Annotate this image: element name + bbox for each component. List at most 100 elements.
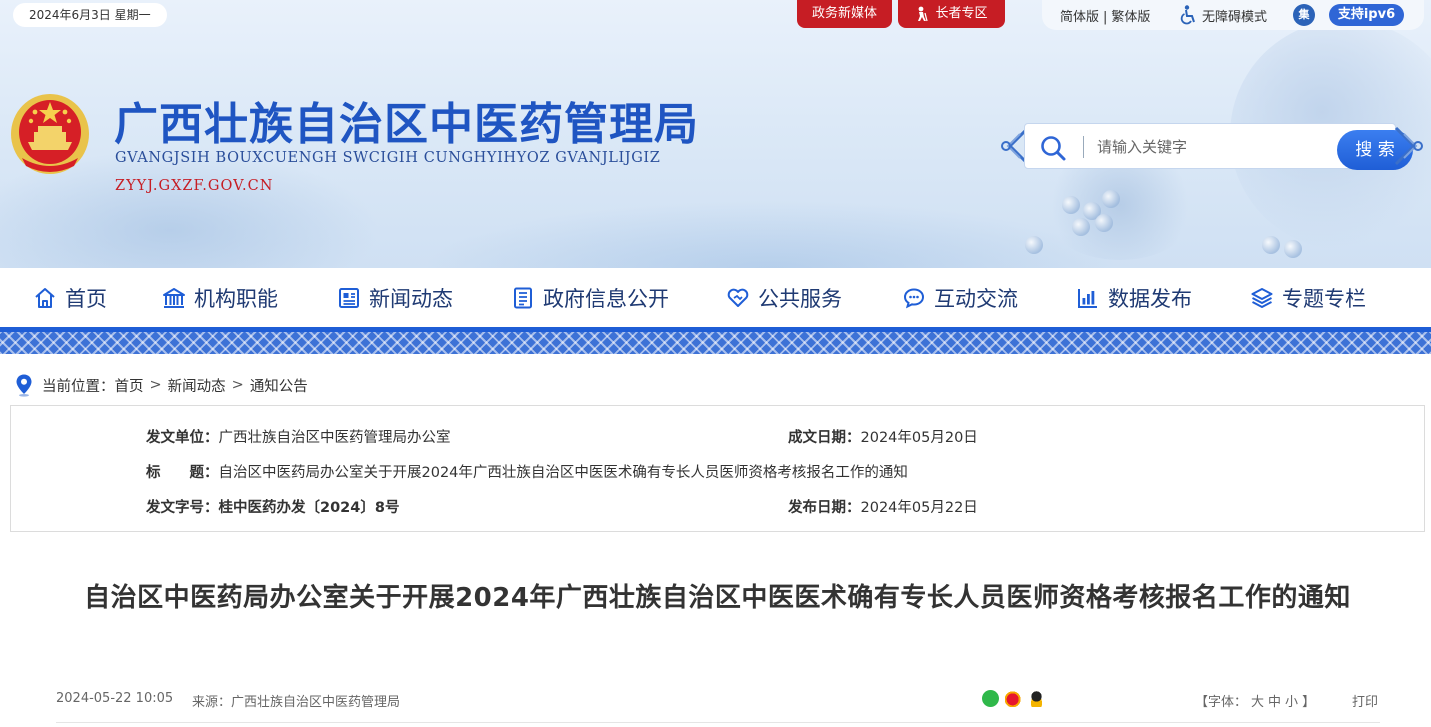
newspaper-icon [339, 287, 359, 308]
weibo-share-icon[interactable] [1005, 690, 1022, 707]
nav-item-interaction[interactable]: 互动交流 [902, 268, 1018, 327]
site-domain: ZYYJ.GXZF.GOV.CN [115, 178, 274, 194]
building-icon [163, 287, 185, 308]
search-box: 搜 索 [1024, 123, 1413, 170]
meta-issuer: 发文单位：广西壮族自治区中医药管理局办公室 [146, 426, 451, 447]
meta-created-label: 成文日期： [788, 430, 861, 446]
article-source-value: 广西壮族自治区中医药管理局 [231, 695, 401, 710]
meta-issuer-label: 发文单位： [146, 430, 219, 446]
lang-separator: | [1103, 9, 1108, 25]
meta-created-date: 成文日期：2024年05月20日 [788, 426, 978, 447]
meta-published-value: 2024年05月22日 [860, 500, 978, 516]
elder-person-icon [918, 6, 929, 22]
nav-item-special-topics[interactable]: 专题专栏 [1250, 268, 1366, 327]
document-metadata-table: 发文单位：广西壮族自治区中医药管理局办公室 成文日期：2024年05月20日 标… [10, 405, 1425, 532]
breadcrumb-label: 当前位置： [42, 378, 115, 395]
layers-icon [1251, 287, 1273, 308]
top-utility-bar: 简体版 | 繁体版 无障碍模式 集 支持ipv6 [1042, 0, 1424, 30]
search-icon [1041, 136, 1066, 161]
banner-decoration [1025, 236, 1043, 254]
banner-decoration [1262, 236, 1280, 254]
meta-created-value: 2024年05月20日 [860, 430, 978, 446]
meta-docno-value: 桂中医药办发〔2024〕8号 [218, 500, 400, 516]
elder-zone-label: 长者专区 [935, 6, 988, 21]
home-icon [35, 287, 55, 308]
ipv6-badge: 支持ipv6 [1329, 4, 1404, 26]
breadcrumb-news[interactable]: 新闻动态 [168, 375, 226, 396]
article-source: 来源：广西壮族自治区中医药管理局 [192, 691, 400, 710]
banner-decoration [1062, 196, 1080, 214]
banner-decoration [1095, 214, 1113, 232]
nav-label: 数据发布 [1108, 286, 1192, 311]
search-area: 搜 索 [998, 119, 1424, 173]
wheelchair-icon [1180, 5, 1195, 25]
meta-title: 标 题：自治区中医药局办公室关于开展2024年广西壮族自治区中医医术确有专长人员… [146, 461, 908, 482]
breadcrumb-separator: > [231, 377, 244, 393]
meta-title-value: 自治区中医药局办公室关于开展2024年广西壮族自治区中医医术确有专长人员医师资格… [218, 465, 908, 481]
chat-icon [903, 287, 925, 308]
document-list-icon [514, 287, 532, 308]
accessibility-mode-button[interactable]: 无障碍模式 [1180, 5, 1267, 25]
nav-label: 公共服务 [758, 286, 842, 311]
breadcrumb-separator: > [149, 377, 162, 393]
site-subtitle-zhuang: GVANGJSIH BOUXCUENGH SWCIGIH CUNGHYIHYOZ… [115, 150, 661, 166]
breadcrumb: 当前位置： 首页 > 新闻动态 > 通知公告 [14, 371, 308, 399]
heart-hand-icon [727, 288, 749, 307]
wechat-share-icon[interactable] [982, 690, 999, 707]
font-size-switcher: 【字体：大中小】 [1193, 691, 1317, 710]
meta-document-number: 发文字号：桂中医药办发〔2024〕8号 [146, 496, 399, 517]
meta-published-date: 发布日期：2024年05月22日 [788, 496, 978, 517]
nav-label: 专题专栏 [1282, 286, 1366, 311]
gov-new-media-button[interactable]: 政务新媒体 [797, 0, 892, 28]
breadcrumb-home[interactable]: 首页 [115, 375, 144, 396]
article-source-label: 来源： [192, 695, 232, 710]
nav-label: 新闻动态 [369, 286, 453, 311]
nav-item-organization[interactable]: 机构职能 [162, 268, 278, 327]
decorative-pattern-band [0, 332, 1431, 354]
banner-decoration [1072, 218, 1090, 236]
meta-title-label: 标 题： [146, 465, 219, 481]
font-size-medium[interactable]: 中 [1268, 695, 1281, 710]
location-pin-icon [16, 374, 32, 397]
gov-new-media-label: 政务新媒体 [811, 6, 877, 21]
font-size-small[interactable]: 小 [1285, 695, 1298, 710]
meta-published-label: 发布日期： [788, 500, 861, 516]
language-switch: 简体版 | 繁体版 [1060, 6, 1150, 25]
font-size-open: 【字体： [1195, 695, 1248, 710]
article-title: 自治区中医药局办公室关于开展2024年广西壮族自治区中医医术确有专长人员医师资格… [84, 583, 1351, 613]
font-size-large[interactable]: 大 [1251, 695, 1264, 710]
main-navigation: 首页 机构职能 新闻动态 政府信息公开 公共服务 互动交流 数据发布 专题专栏 [0, 268, 1431, 332]
nav-item-news[interactable]: 新闻动态 [337, 268, 453, 327]
bar-chart-icon [1078, 288, 1097, 308]
nav-label: 首页 [65, 286, 107, 311]
font-size-close: 】 [1302, 695, 1316, 710]
meta-issuer-value: 广西壮族自治区中医药管理局办公室 [218, 430, 451, 446]
share-buttons [982, 690, 1045, 707]
search-ornament-icon [1394, 126, 1423, 166]
traditional-chinese-link[interactable]: 繁体版 [1111, 10, 1150, 25]
accessibility-mode-label: 无障碍模式 [1202, 9, 1268, 25]
print-button[interactable]: 打印 [1352, 691, 1378, 710]
article-info-bar: 2024-05-22 10:05 来源：广西壮族自治区中医药管理局 【字体：大中… [56, 688, 1380, 714]
meta-docno-label: 发文字号： [146, 500, 219, 516]
search-divider [1083, 136, 1084, 158]
search-input[interactable] [1097, 132, 1297, 162]
nav-item-data-release[interactable]: 数据发布 [1076, 268, 1192, 327]
banner-decoration [1102, 190, 1120, 208]
article-divider [56, 722, 1380, 723]
nav-label: 机构职能 [194, 286, 278, 311]
banner-decoration [1284, 240, 1302, 258]
header-banner: 2024年6月3日 星期一 政务新媒体 长者专区 简体版 | 繁体版 无障碍模式 集… [0, 0, 1431, 268]
national-emblem-icon [11, 94, 89, 174]
nav-item-public-service[interactable]: 公共服务 [726, 268, 842, 327]
simplified-chinese-link[interactable]: 简体版 [1060, 10, 1099, 25]
elder-zone-button[interactable]: 长者专区 [898, 0, 1005, 28]
qq-share-icon[interactable] [1028, 690, 1045, 707]
nav-label: 互动交流 [934, 286, 1018, 311]
government-service-icon[interactable]: 集 [1293, 4, 1315, 26]
nav-label: 政府信息公开 [543, 286, 669, 311]
banner-decoration [420, 200, 1120, 268]
breadcrumb-notices[interactable]: 通知公告 [250, 375, 308, 396]
nav-item-home[interactable]: 首页 [33, 268, 107, 327]
nav-item-gov-info-disclosure[interactable]: 政府信息公开 [511, 268, 669, 327]
